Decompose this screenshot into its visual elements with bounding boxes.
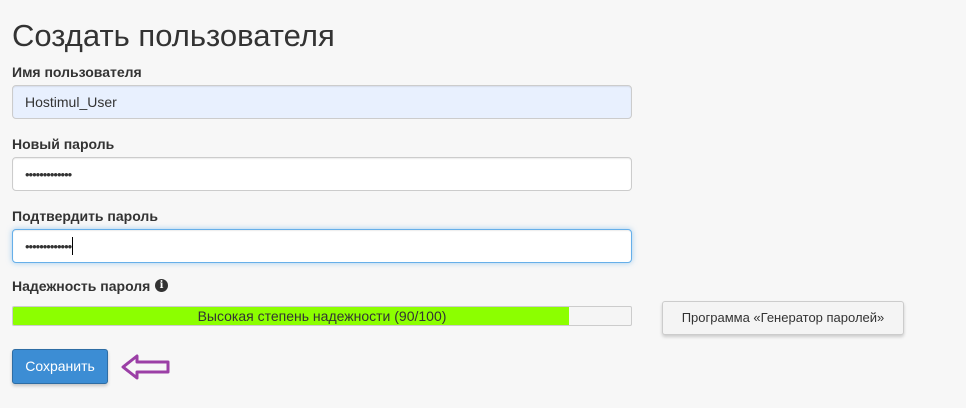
username-input[interactable]: Hostimul_User — [12, 85, 632, 119]
new-password-label: Новый пароль — [12, 136, 115, 152]
password-strength-label: Надежность пароля — [12, 278, 151, 294]
username-label: Имя пользователя — [12, 64, 142, 80]
password-strength-meter: Высокая степень надежности (90/100) — [12, 306, 632, 326]
new-password-input[interactable]: ••••••••••••• — [12, 157, 632, 191]
info-circle-icon[interactable]: i — [155, 279, 168, 292]
confirm-password-input[interactable]: ••••••••••••• — [12, 229, 632, 263]
confirm-password-label: Подтвердить пароль — [12, 208, 158, 224]
save-button[interactable]: Сохранить — [12, 349, 108, 384]
arrow-left-outline-icon — [121, 354, 170, 380]
new-password-value: ••••••••••••• — [25, 167, 72, 182]
text-caret — [72, 237, 74, 256]
page-title: Создать пользователя — [12, 18, 335, 53]
username-value: Hostimul_User — [25, 94, 117, 110]
confirm-password-value: ••••••••••••• — [25, 239, 72, 254]
password-generator-button[interactable]: Программа «Генератор паролей» — [662, 301, 904, 335]
password-strength-text: Высокая степень надежности (90/100) — [197, 308, 447, 324]
